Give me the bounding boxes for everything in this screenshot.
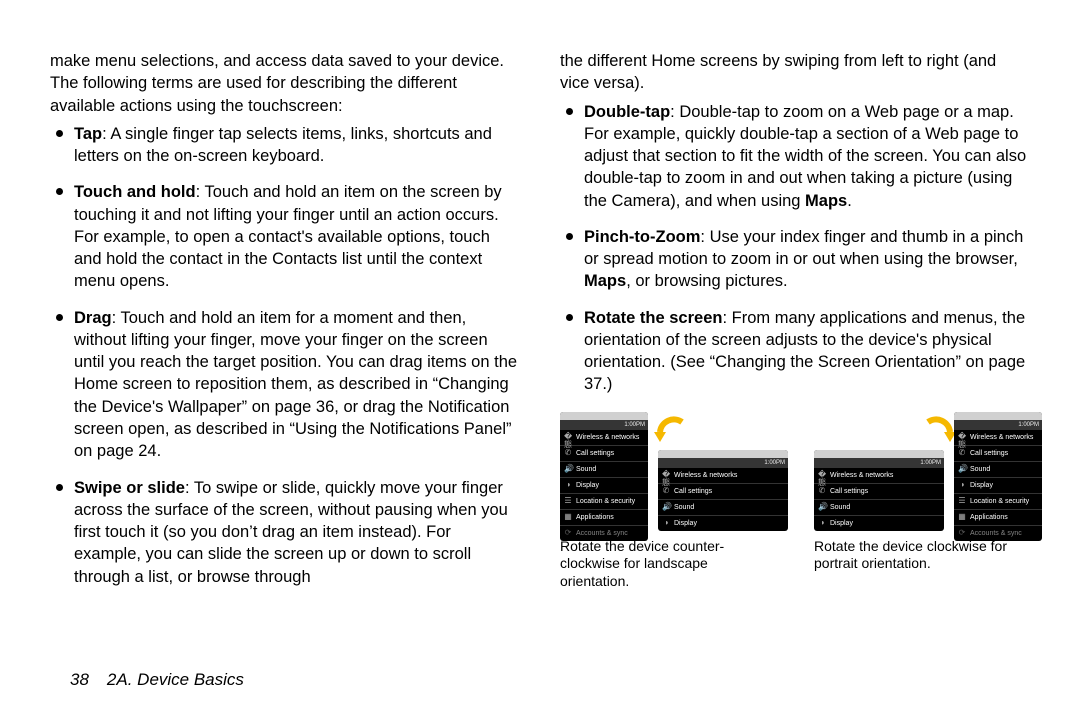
time-bar: 1:00PM (814, 458, 944, 468)
menu-row: 🔊Sound (560, 462, 648, 478)
menu-row: ⟳Accounts & sync (954, 526, 1042, 541)
two-column-layout: make menu selections, and access data sa… (50, 50, 1030, 602)
intro-paragraph: make menu selections, and access data sa… (50, 50, 520, 117)
ccw-caption: Rotate the device counter-clockwise for … (560, 538, 776, 591)
section-title: 2A. Device Basics (107, 670, 244, 689)
bullet-rotate: Rotate the screen: From many application… (560, 307, 1030, 396)
status-bar (954, 412, 1042, 420)
term: Rotate the screen (584, 309, 722, 327)
desc: : Touch and hold an item for a moment an… (74, 309, 517, 461)
manual-page: make menu selections, and access data sa… (0, 0, 1080, 720)
menu-row: ✆Call settings (560, 446, 648, 462)
menu-row: ☰Location & security (954, 494, 1042, 510)
bullet-double-tap: Double-tap: Double-tap to zoom on a Web … (560, 101, 1030, 212)
phone-portrait: 1:00PM �態Wireless & networks ✆Call setti… (560, 412, 648, 541)
inline-bold: Maps (805, 192, 847, 210)
bullet-pinch-zoom: Pinch-to-Zoom: Use your index finger and… (560, 226, 1030, 293)
menu-row: ☰Location & security (560, 494, 648, 510)
menu-row: ◑Display (814, 516, 944, 531)
phone-icon: ✆ (564, 449, 572, 457)
accounts-icon: ⟳ (958, 529, 966, 537)
diagram-ccw: 1:00PM �態Wireless & networks ✆Call setti… (560, 412, 776, 591)
term: Pinch-to-Zoom (584, 228, 700, 246)
page-number: 38 (70, 670, 89, 689)
bullet-touch-hold: Touch and hold: Touch and hold an item o… (50, 181, 520, 292)
phone-icon: ✆ (958, 449, 966, 457)
desc: : A single finger tap selects items, lin… (74, 125, 492, 165)
display-icon: ◑ (564, 481, 572, 489)
cw-arrow-icon (922, 414, 958, 450)
display-icon: ◑ (662, 519, 670, 527)
menu-row: �態Wireless & networks (954, 430, 1042, 446)
inline-bold: Maps (584, 272, 626, 290)
diagram-cw: 1:00PM �態Wireless & networks ✆Call setti… (814, 412, 1030, 591)
phone-portrait: 1:00PM �態Wireless & networks ✆Call setti… (954, 412, 1042, 541)
phone-landscape: 1:00PM �態Wireless & networks ✆Call setti… (658, 450, 788, 531)
menu-row: ✆Call settings (658, 484, 788, 500)
sound-icon: 🔊 (662, 503, 670, 511)
wifi-icon: �態 (818, 471, 826, 479)
desc-post: . (847, 192, 852, 210)
display-icon: ◑ (958, 481, 966, 489)
diagram-ccw-area: 1:00PM �態Wireless & networks ✆Call setti… (560, 412, 776, 532)
time-bar: 1:00PM (560, 420, 648, 430)
phone-icon: ✆ (818, 487, 826, 495)
ccw-arrow-icon (652, 414, 688, 450)
menu-row: ◑Display (560, 478, 648, 494)
menu-row: ▦Applications (560, 510, 648, 526)
term: Swipe or slide (74, 479, 185, 497)
sound-icon: 🔊 (958, 465, 966, 473)
term: Drag (74, 309, 112, 327)
sound-icon: 🔊 (818, 503, 826, 511)
phone-icon: ✆ (662, 487, 670, 495)
status-bar (658, 450, 788, 458)
menu-row: ⟳Accounts & sync (560, 526, 648, 541)
desc-post: , or browsing pictures. (626, 272, 787, 290)
location-icon: ☰ (564, 497, 572, 505)
apps-icon: ▦ (564, 513, 572, 521)
menu-row: ✆Call settings (954, 446, 1042, 462)
page-footer: 38 2A. Device Basics (70, 670, 244, 690)
term: Double-tap (584, 103, 670, 121)
bullet-tap: Tap: A single finger tap selects items, … (50, 123, 520, 168)
bullet-swipe: Swipe or slide: To swipe or slide, quick… (50, 477, 520, 588)
wifi-icon: �態 (564, 433, 572, 441)
gesture-list-left: Tap: A single finger tap selects items, … (50, 123, 520, 588)
display-icon: ◑ (818, 519, 826, 527)
time-bar: 1:00PM (658, 458, 788, 468)
status-bar (560, 412, 648, 420)
menu-row: ◑Display (954, 478, 1042, 494)
rotation-diagrams: 1:00PM �態Wireless & networks ✆Call setti… (560, 412, 1030, 591)
term: Tap (74, 125, 102, 143)
menu-row: 🔊Sound (954, 462, 1042, 478)
left-column: make menu selections, and access data sa… (50, 50, 520, 602)
cw-caption: Rotate the device clockwise for portrait… (814, 538, 1030, 573)
time-bar: 1:00PM (954, 420, 1042, 430)
term: Touch and hold (74, 183, 196, 201)
menu-row: �態Wireless & networks (814, 468, 944, 484)
swipe-tail: the different Home screens by swiping fr… (560, 50, 1030, 95)
wifi-icon: �態 (662, 471, 670, 479)
menu-row: 🔊Sound (658, 500, 788, 516)
wifi-icon: �態 (958, 433, 966, 441)
phone-landscape: 1:00PM �態Wireless & networks ✆Call setti… (814, 450, 944, 531)
location-icon: ☰ (958, 497, 966, 505)
menu-row: �態Wireless & networks (560, 430, 648, 446)
status-bar (814, 450, 944, 458)
accounts-icon: ⟳ (564, 529, 572, 537)
bullet-drag: Drag: Touch and hold an item for a momen… (50, 307, 520, 463)
sound-icon: 🔊 (564, 465, 572, 473)
menu-row: ◑Display (658, 516, 788, 531)
menu-row: ✆Call settings (814, 484, 944, 500)
menu-row: 🔊Sound (814, 500, 944, 516)
right-column: the different Home screens by swiping fr… (560, 50, 1030, 602)
diagram-cw-area: 1:00PM �態Wireless & networks ✆Call setti… (814, 412, 1030, 532)
apps-icon: ▦ (958, 513, 966, 521)
menu-row: �態Wireless & networks (658, 468, 788, 484)
menu-row: ▦Applications (954, 510, 1042, 526)
gesture-list-right: Double-tap: Double-tap to zoom on a Web … (560, 101, 1030, 396)
